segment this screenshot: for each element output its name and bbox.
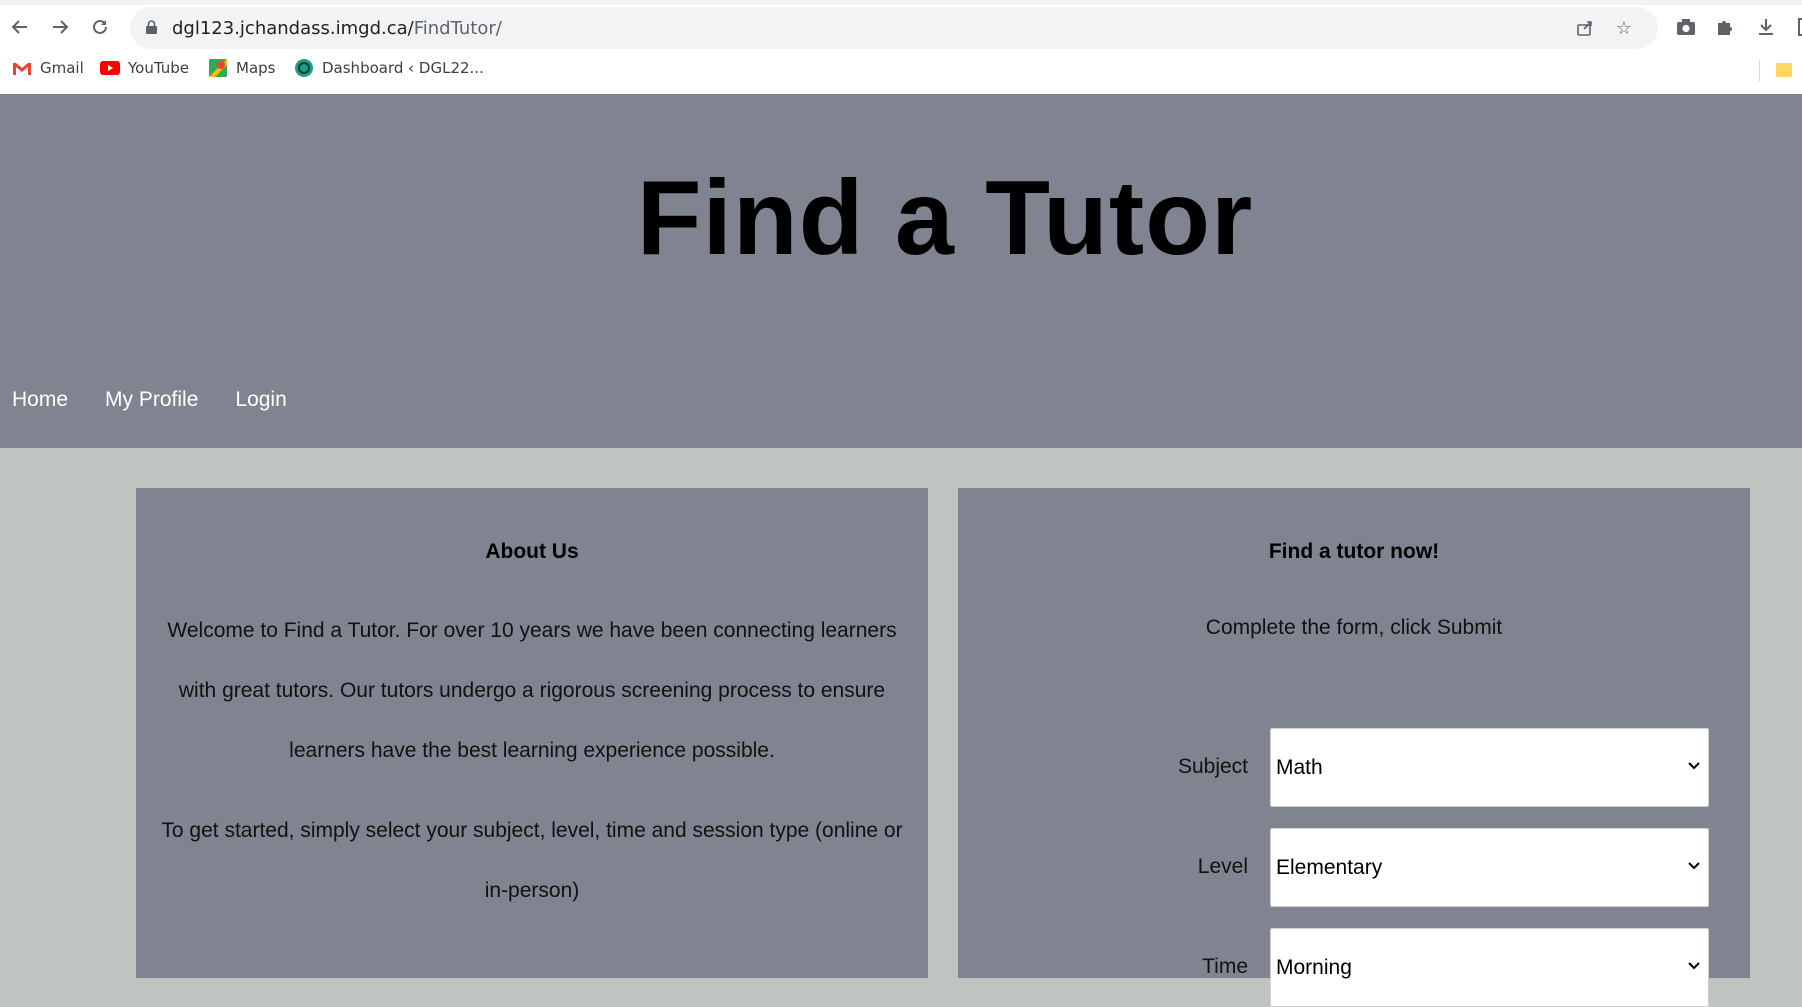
side-panel-icon[interactable] [1790,13,1802,41]
site-header: Find a Tutor Home My Profile Login [0,94,1802,448]
about-heading: About Us [485,540,579,563]
time-value: Morning [1276,956,1352,979]
time-label: Time [1202,955,1248,978]
browser-chrome: dgl123.jchandass.imgd.ca/FindTutor/ ☆ Gm… [0,0,1802,94]
wordpress-icon [294,59,314,77]
subject-label: Subject [1177,755,1248,778]
forward-arrow-icon[interactable] [46,13,74,41]
level-select[interactable]: Elementary [1270,828,1709,907]
nav-home[interactable]: Home [12,388,68,412]
chevron-down-icon [1688,762,1700,770]
share-icon[interactable] [1573,16,1597,40]
gmail-icon [12,59,32,77]
tab-strip-edge [0,0,1802,5]
about-paragraph-1: Welcome to Find a Tutor. For over 10 yea… [167,619,897,762]
bookmark-youtube[interactable]: YouTube [100,59,189,77]
find-heading: Find a tutor now! [1268,540,1440,563]
find-subtitle: Complete the form, click Submit [1205,616,1503,639]
bookmarks-divider [1759,60,1760,82]
subject-select[interactable]: Math [1270,728,1709,807]
page-content: Find a Tutor Home My Profile Login About… [0,94,1802,1007]
time-select[interactable]: Morning [1270,928,1709,1007]
level-row: Level Elementary [958,828,1750,907]
folder-icon[interactable] [1776,63,1792,77]
reload-icon[interactable] [86,13,114,41]
main-nav: Home My Profile Login [12,388,287,412]
url-text: dgl123.jchandass.imgd.ca/FindTutor/ [172,18,502,39]
star-icon[interactable]: ☆ [1612,16,1636,40]
subject-value: Math [1276,756,1323,779]
maps-icon [208,59,228,77]
address-bar[interactable]: dgl123.jchandass.imgd.ca/FindTutor/ ☆ [130,7,1658,49]
level-value: Elementary [1276,856,1383,879]
nav-login[interactable]: Login [235,388,286,412]
youtube-icon [100,59,120,77]
chevron-down-icon [1688,862,1700,870]
subject-row: Subject Math [958,728,1750,807]
nav-my-profile[interactable]: My Profile [105,388,198,412]
site-title: Find a Tutor [636,159,1254,277]
back-arrow-icon[interactable] [6,13,34,41]
extensions-puzzle-icon[interactable] [1711,13,1739,41]
lock-icon [146,20,157,34]
about-paragraph-2: To get started, simply select your subje… [161,819,903,902]
download-icon[interactable] [1752,13,1780,41]
camera-icon[interactable] [1672,13,1700,41]
bookmark-maps[interactable]: Maps [208,59,275,77]
time-row: Time Morning [958,928,1750,1007]
bookmarks-bar: Gmail YouTube Maps Dashboard ‹ DGL22... [0,56,1802,84]
bookmark-dashboard[interactable]: Dashboard ‹ DGL22... [294,59,484,77]
find-tutor-panel: Find a tutor now! Complete the form, cli… [958,488,1750,1007]
level-label: Level [1197,855,1248,878]
bookmark-gmail[interactable]: Gmail [12,59,84,77]
about-panel: About Us Welcome to Find a Tutor. For ov… [136,488,928,978]
